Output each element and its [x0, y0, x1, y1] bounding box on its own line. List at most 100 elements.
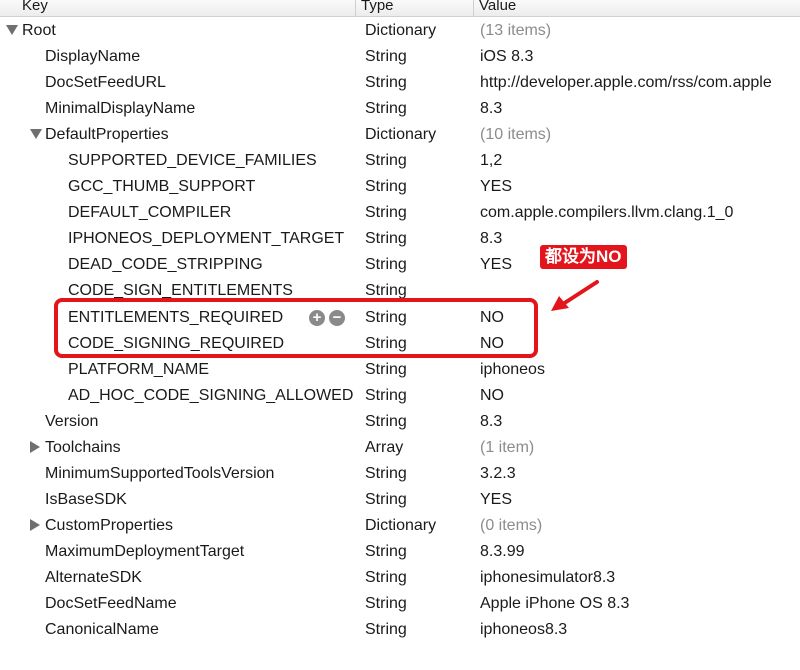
disclosure-collapsed-icon[interactable] [30, 518, 40, 531]
plist-row[interactable]: MinimalDisplayName String 8.3 [0, 96, 800, 122]
row-value[interactable]: 8.3 [480, 413, 800, 431]
row-type[interactable]: String [365, 361, 407, 379]
row-type[interactable]: String [365, 178, 407, 196]
row-key[interactable]: MinimalDisplayName [45, 100, 195, 118]
plist-row[interactable]: DEFAULT_COMPILER String com.apple.compiler… [0, 200, 800, 226]
row-type[interactable]: String [365, 282, 407, 300]
add-row-icon[interactable]: + [309, 309, 325, 326]
disclosure-collapsed-icon[interactable] [30, 440, 40, 453]
row-value[interactable]: NO [480, 387, 800, 405]
row-value[interactable]: 1,2 [480, 152, 800, 170]
row-type[interactable]: Dictionary [365, 22, 436, 40]
row-type[interactable]: Array [365, 439, 403, 457]
row-type[interactable]: String [365, 309, 407, 327]
row-type[interactable]: String [365, 387, 407, 405]
row-value[interactable]: 8.3 [480, 230, 800, 248]
plist-row[interactable]: GCC_THUMB_SUPPORT String YES [0, 174, 800, 200]
row-key[interactable]: PLATFORM_NAME [68, 361, 209, 379]
row-value[interactable]: YES [480, 491, 800, 509]
plist-row[interactable]: Version String 8.3 [0, 409, 800, 435]
plist-row[interactable]: DocSetFeedName String Apple iPhone OS 8.3 [0, 591, 800, 617]
remove-row-icon[interactable]: − [329, 309, 345, 326]
row-key[interactable]: Version [45, 413, 98, 431]
row-key[interactable]: IsBaseSDK [45, 491, 127, 509]
row-type[interactable]: String [365, 413, 407, 431]
row-value[interactable]: iOS 8.3 [480, 48, 800, 66]
row-type[interactable]: String [365, 569, 407, 587]
row-type[interactable]: Dictionary [365, 126, 436, 144]
column-header-type[interactable]: Type [355, 0, 473, 16]
row-key[interactable]: DEAD_CODE_STRIPPING [68, 256, 263, 274]
plist-row[interactable]: CODE_SIGN_ENTITLEMENTS String [0, 278, 800, 304]
row-value[interactable]: NO [480, 309, 800, 327]
row-key[interactable]: GCC_THUMB_SUPPORT [68, 178, 255, 196]
plist-row[interactable]: CustomProperties Dictionary (0 items) [0, 513, 800, 539]
row-key[interactable]: DisplayName [45, 48, 140, 66]
row-key[interactable]: ENTITLEMENTS_REQUIRED [68, 309, 283, 327]
row-value[interactable]: YES [480, 256, 800, 274]
row-key[interactable]: CanonicalName [45, 621, 159, 639]
row-value[interactable]: NO [480, 335, 800, 353]
row-type[interactable]: String [365, 230, 407, 248]
disclosure-expanded-icon[interactable] [30, 129, 42, 140]
row-value[interactable]: iphoneos8.3 [480, 621, 800, 639]
plist-row[interactable]: AlternateSDK String iphonesimulator8.3 [0, 565, 800, 591]
row-type[interactable]: String [365, 465, 407, 483]
row-type[interactable]: String [365, 621, 407, 639]
row-key[interactable]: CODE_SIGNING_REQUIRED [68, 335, 284, 353]
row-key[interactable]: DefaultProperties [45, 126, 169, 144]
row-value[interactable]: iphoneos [480, 361, 800, 379]
row-value[interactable]: com.apple.compilers.llvm.clang.1_0 [480, 204, 800, 222]
row-key[interactable]: MinimumSupportedToolsVersion [45, 465, 274, 483]
plist-row[interactable]: MinimumSupportedToolsVersion String 3.2.3 [0, 461, 800, 487]
row-type[interactable]: String [365, 491, 407, 509]
row-type[interactable]: String [365, 595, 407, 613]
row-type[interactable]: String [365, 204, 407, 222]
disclosure-expanded-icon[interactable] [6, 25, 18, 35]
plist-row[interactable]: CanonicalName String iphoneos8.3 [0, 617, 800, 643]
row-value[interactable]: YES [480, 178, 800, 196]
row-key[interactable]: IPHONEOS_DEPLOYMENT_TARGET [68, 230, 344, 248]
row-value[interactable]: http://developer.apple.com/rss/com.apple [480, 74, 800, 92]
plist-row[interactable]: CODE_SIGNING_REQUIRED String NO [0, 331, 800, 357]
row-key[interactable]: AlternateSDK [45, 569, 142, 587]
plist-row[interactable]: DocSetFeedURL String http://developer.appl… [0, 70, 800, 96]
row-type[interactable]: Dictionary [365, 517, 436, 535]
plist-row[interactable]: DisplayName String iOS 8.3 [0, 44, 800, 70]
row-type[interactable]: String [365, 152, 407, 170]
row-key[interactable]: Root [22, 22, 56, 40]
row-key[interactable]: DocSetFeedURL [45, 74, 166, 92]
row-key[interactable]: AD_HOC_CODE_SIGNING_ALLOWED [68, 387, 353, 405]
row-key[interactable]: CODE_SIGN_ENTITLEMENTS [68, 282, 293, 300]
row-value[interactable]: iphonesimulator8.3 [480, 569, 800, 587]
plist-row[interactable]: SUPPORTED_DEVICE_FAMILIES String 1,2 [0, 148, 800, 174]
row-type[interactable]: String [365, 543, 407, 561]
column-header-value[interactable]: Value [473, 0, 800, 16]
plist-row[interactable]: MaximumDeploymentTarget String 8.3.99 [0, 539, 800, 565]
plist-row[interactable]: DEAD_CODE_STRIPPING String YES [0, 252, 800, 278]
plist-row[interactable]: IsBaseSDK String YES [0, 487, 800, 513]
row-type[interactable]: String [365, 256, 407, 274]
row-value[interactable]: Apple iPhone OS 8.3 [480, 595, 800, 613]
row-type[interactable]: String [365, 48, 407, 66]
plist-row[interactable]: ENTITLEMENTS_REQUIRED + − String NO [0, 305, 800, 331]
row-key[interactable]: DocSetFeedName [45, 595, 177, 613]
row-key[interactable]: SUPPORTED_DEVICE_FAMILIES [68, 152, 317, 170]
row-key[interactable]: DEFAULT_COMPILER [68, 204, 231, 222]
plist-row[interactable]: IPHONEOS_DEPLOYMENT_TARGET String 8.3 [0, 226, 800, 252]
plist-row[interactable]: AD_HOC_CODE_SIGNING_ALLOWED String NO [0, 383, 800, 409]
row-value[interactable]: 8.3.99 [480, 543, 800, 561]
plist-row[interactable]: Toolchains Array (1 item) [0, 435, 800, 461]
row-value[interactable]: 8.3 [480, 100, 800, 118]
column-header-key[interactable]: Key [0, 0, 355, 16]
row-type[interactable]: String [365, 100, 407, 118]
row-key[interactable]: Toolchains [45, 439, 121, 457]
row-key[interactable]: MaximumDeploymentTarget [45, 543, 244, 561]
row-type[interactable]: String [365, 74, 407, 92]
row-type[interactable]: String [365, 335, 407, 353]
row-key[interactable]: CustomProperties [45, 517, 173, 535]
row-value[interactable]: 3.2.3 [480, 465, 800, 483]
plist-row[interactable]: DefaultProperties Dictionary (10 items) [0, 122, 800, 148]
plist-row[interactable]: Root Dictionary (13 items) [0, 18, 800, 44]
plist-row[interactable]: PLATFORM_NAME String iphoneos [0, 357, 800, 383]
